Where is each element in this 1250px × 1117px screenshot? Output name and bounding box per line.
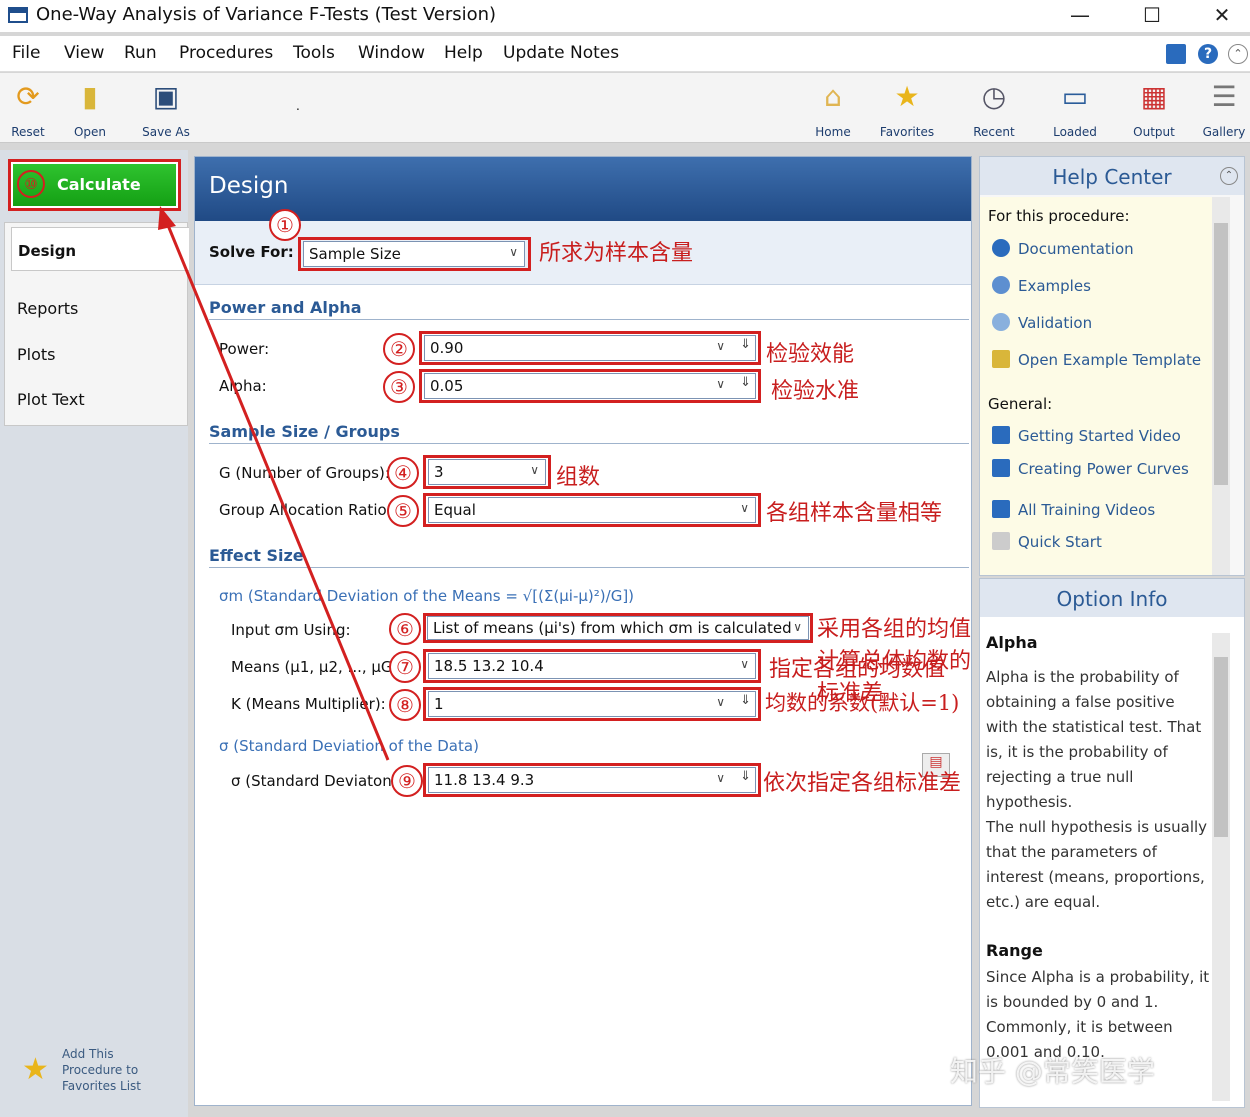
scroll-thumb[interactable]	[1214, 223, 1228, 485]
help-power-curves[interactable]: Creating Power Curves	[992, 459, 1189, 478]
help-getting-started[interactable]: Getting Started Video	[992, 426, 1181, 445]
list-icon	[992, 532, 1010, 550]
help-validation-label: Validation	[1018, 314, 1093, 332]
help-examples-label: Examples	[1018, 277, 1091, 295]
help-power-curves-label: Creating Power Curves	[1018, 460, 1189, 478]
for-procedure-label: For this procedure:	[988, 207, 1130, 225]
question-icon	[992, 239, 1010, 257]
option-alpha-text: Alpha is the probability of obtaining a …	[986, 668, 1202, 811]
help-quick-start-label: Quick Start	[1018, 533, 1102, 551]
option-heading-range: Range	[986, 941, 1043, 960]
play-icon	[992, 500, 1010, 518]
scroll-thumb[interactable]	[1214, 657, 1228, 837]
watermark: 知乎 @常笑医学	[950, 1055, 1155, 1088]
help-center-body: For this procedure: Documentation Exampl…	[980, 197, 1212, 575]
help-center-title: Help Center	[980, 157, 1244, 195]
option-heading-alpha: Alpha	[986, 633, 1038, 652]
general-label: General:	[988, 395, 1053, 413]
option-info-panel: Option Info Alpha Alpha is the probabili…	[979, 578, 1245, 1108]
help-getting-started-label: Getting Started Video	[1018, 427, 1181, 445]
help-documentation[interactable]: Documentation	[992, 239, 1134, 258]
help-center-panel: Help Center ⌃ For this procedure: Docume…	[979, 156, 1245, 576]
help-validation[interactable]: Validation	[992, 313, 1092, 332]
play-icon	[992, 426, 1010, 444]
help-open-example[interactable]: Open Example Template	[992, 350, 1201, 369]
option-range-text: Since Alpha is a probability, it is boun…	[986, 968, 1210, 1060]
help-examples[interactable]: Examples	[992, 276, 1091, 295]
examples-icon	[992, 276, 1010, 294]
option-scrollbar[interactable]	[1212, 633, 1230, 1101]
help-scrollbar[interactable]	[1212, 197, 1230, 575]
play-icon	[992, 459, 1010, 477]
help-training-videos[interactable]: All Training Videos	[992, 500, 1155, 519]
folder-icon	[992, 350, 1010, 368]
help-documentation-label: Documentation	[1018, 240, 1134, 258]
collapse-icon[interactable]: ⌃	[1220, 167, 1238, 185]
validation-icon	[992, 313, 1010, 331]
help-training-videos-label: All Training Videos	[1018, 501, 1156, 519]
help-quick-start[interactable]: Quick Start	[992, 532, 1102, 551]
option-info-title: Option Info	[980, 579, 1244, 617]
option-null-text: The null hypothesis is usually that the …	[986, 818, 1208, 911]
help-open-example-label: Open Example Template	[1018, 351, 1202, 369]
